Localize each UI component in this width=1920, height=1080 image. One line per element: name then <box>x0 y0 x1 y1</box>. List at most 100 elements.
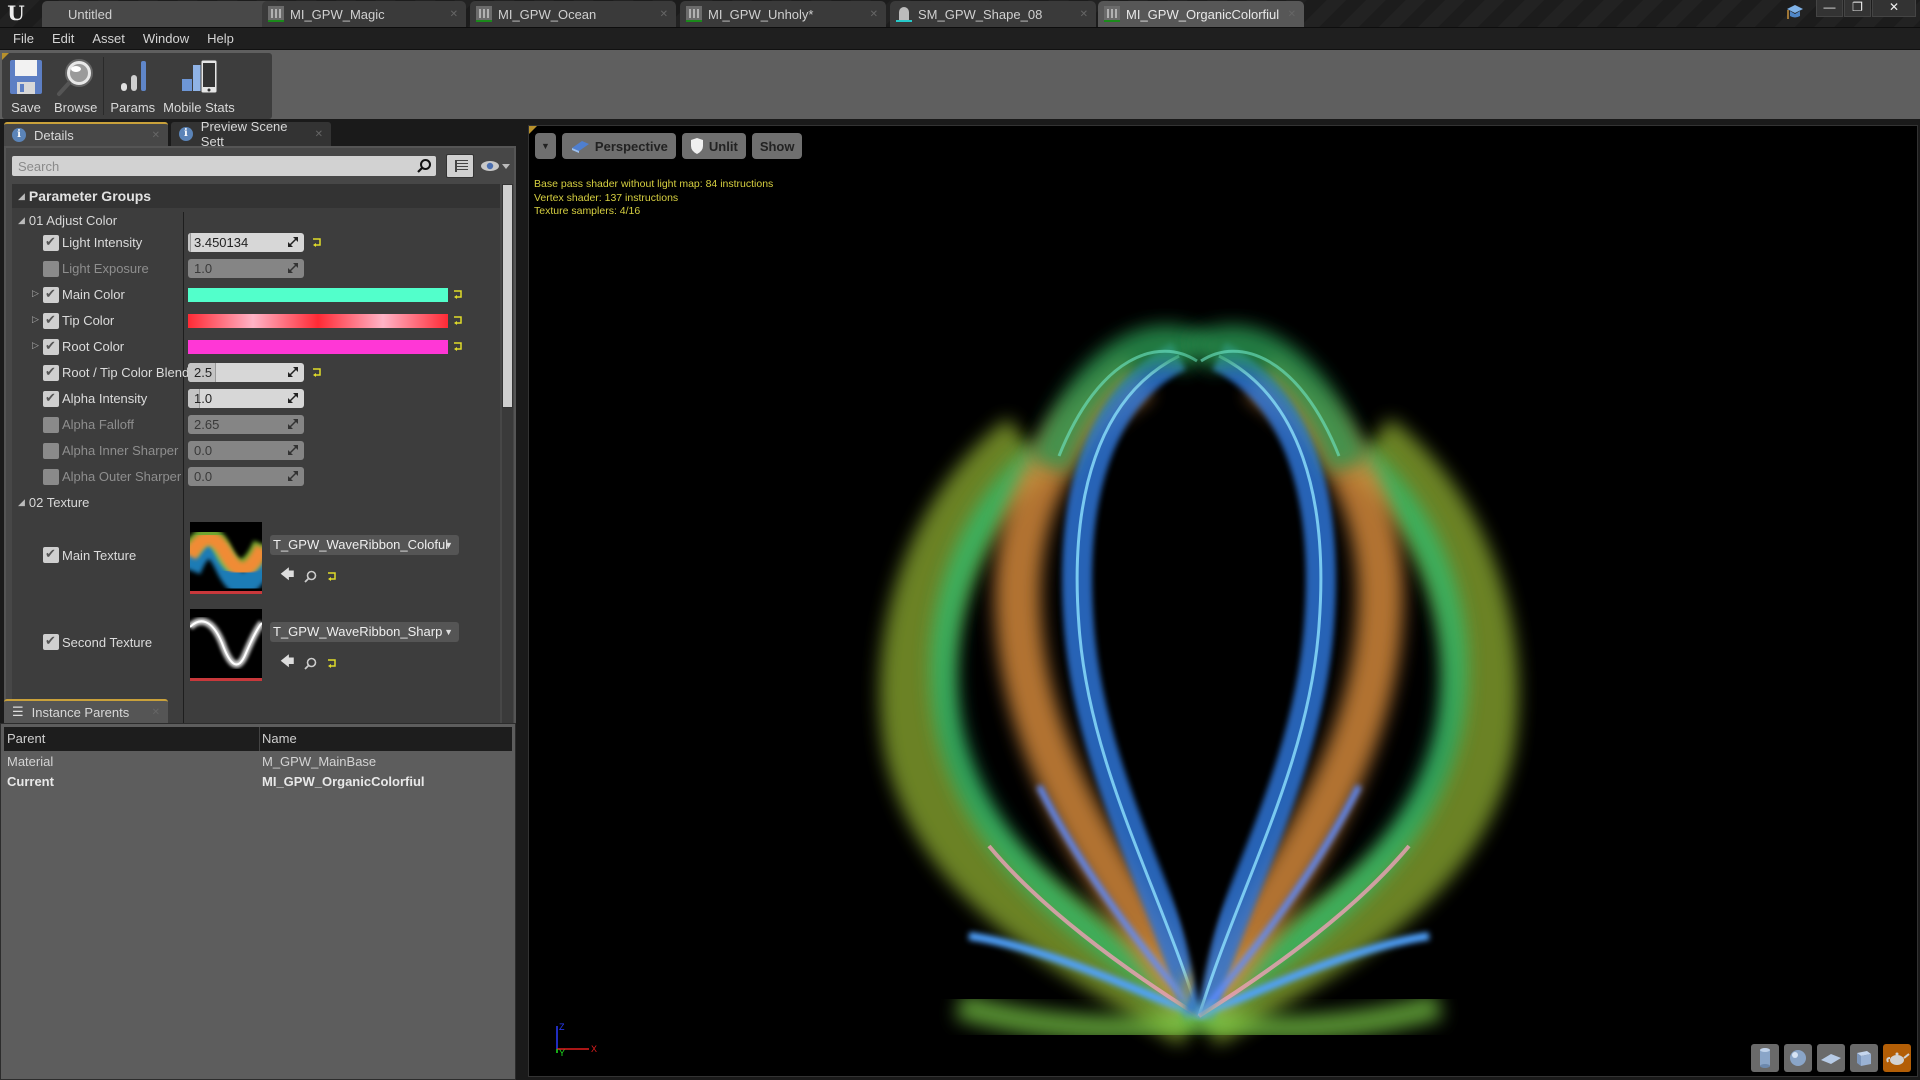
preview-cylinder-button[interactable] <box>1751 1044 1779 1072</box>
preview-sphere-button[interactable] <box>1784 1044 1812 1072</box>
override-checkbox[interactable] <box>43 234 59 251</box>
close-icon[interactable]: ✕ <box>450 9 458 20</box>
expand-triangle-icon[interactable]: ▷ <box>32 314 39 325</box>
search-input[interactable] <box>12 156 436 176</box>
show-button[interactable]: Show <box>751 133 803 159</box>
browse-to-asset-icon[interactable] <box>304 657 317 670</box>
save-button[interactable]: Save <box>2 53 50 119</box>
override-checkbox[interactable] <box>43 286 59 303</box>
reset-to-default-icon[interactable] <box>327 571 337 581</box>
override-checkbox[interactable] <box>43 312 59 329</box>
preview-viewport[interactable]: ▼ Perspective Unlit Show Base pass shade… <box>528 125 1918 1077</box>
expand-triangle-icon[interactable]: ▷ <box>32 340 39 351</box>
reset-to-default-icon[interactable] <box>453 315 463 325</box>
params-button[interactable]: Params <box>106 53 159 119</box>
close-icon[interactable]: ✕ <box>870 9 878 20</box>
close-icon[interactable]: ✕ <box>152 707 160 718</box>
alpha-falloff-field[interactable]: 2.65 <box>188 415 304 434</box>
light-exposure-field[interactable]: 1.0 <box>188 259 304 278</box>
tab-instance-parents[interactable]: ☰ Instance Parents ✕ <box>4 699 168 723</box>
root-color-swatch[interactable] <box>188 340 448 354</box>
drag-spin-icon[interactable] <box>288 419 298 429</box>
column-divider[interactable] <box>259 727 260 751</box>
viewport-options-button[interactable]: ▼ <box>535 133 556 159</box>
alpha-intensity-field[interactable]: 1.0 <box>188 389 304 408</box>
use-selected-arrow-icon[interactable]: 🡄 <box>280 651 294 675</box>
close-icon[interactable]: ✕ <box>1288 9 1296 20</box>
scrollbar-thumb[interactable] <box>502 184 513 408</box>
override-checkbox[interactable] <box>43 338 59 355</box>
preview-cube-button[interactable] <box>1850 1044 1878 1072</box>
drag-spin-icon[interactable] <box>288 263 298 273</box>
override-checkbox[interactable] <box>43 390 59 407</box>
perspective-button[interactable]: Perspective <box>561 133 676 159</box>
second-texture-combo[interactable]: T_GPW_WaveRibbon_Sharp ▼ <box>270 622 459 642</box>
table-row[interactable]: Current MI_GPW_OrganicColorfiul <box>7 774 512 794</box>
details-scrollbar[interactable] <box>502 184 513 806</box>
mobile-stats-button[interactable]: Mobile Stats <box>159 53 239 119</box>
expand-triangle-icon[interactable]: ▷ <box>32 288 39 299</box>
alpha-outer-sharper-field[interactable]: 0.0 <box>188 467 304 486</box>
main-texture-thumbnail[interactable] <box>190 522 262 594</box>
menu-file[interactable]: File <box>4 29 43 49</box>
minimize-button[interactable]: — <box>1816 0 1843 17</box>
browse-to-asset-icon[interactable] <box>304 570 317 583</box>
alpha-inner-sharper-field[interactable]: 0.0 <box>188 441 304 460</box>
override-checkbox[interactable] <box>43 364 59 381</box>
tab-untitled[interactable]: Untitled <box>42 1 272 27</box>
property-matrix-button[interactable] <box>446 154 474 178</box>
category-adjust-color[interactable]: ◢ 01 Adjust Color <box>12 209 117 231</box>
reset-to-default-icon[interactable] <box>312 237 322 247</box>
drag-spin-icon[interactable] <box>288 393 298 403</box>
tab-details[interactable]: i Details ✕ <box>4 122 168 146</box>
drag-spin-icon[interactable] <box>288 237 298 247</box>
override-checkbox[interactable] <box>43 443 59 459</box>
root-tip-blend-field[interactable]: 2.5 <box>188 363 304 382</box>
preview-teapot-button[interactable] <box>1883 1044 1911 1072</box>
category-texture[interactable]: ◢ 02 Texture <box>12 491 89 513</box>
use-selected-arrow-icon[interactable]: 🡄 <box>280 564 294 588</box>
override-checkbox[interactable] <box>43 469 59 485</box>
drag-spin-icon[interactable] <box>288 367 298 377</box>
tab-mi-gpw-ocean[interactable]: MI_GPW_Ocean ✕ <box>470 1 676 27</box>
restore-button[interactable]: ❐ <box>1844 0 1871 17</box>
reset-to-default-icon[interactable] <box>327 658 337 668</box>
override-checkbox[interactable] <box>43 633 59 650</box>
drag-spin-icon[interactable] <box>288 445 298 455</box>
light-intensity-field[interactable]: 3.450134 <box>188 233 304 252</box>
override-checkbox[interactable] <box>43 261 59 277</box>
browse-button[interactable]: Browse <box>50 53 101 119</box>
tab-mi-gpw-unholy[interactable]: MI_GPW_Unholy* ✕ <box>680 1 886 27</box>
column-header-parent[interactable]: Parent <box>7 731 45 746</box>
main-texture-combo[interactable]: T_GPW_WaveRibbon_Coloful ▼ <box>270 535 459 555</box>
column-header-name[interactable]: Name <box>262 731 297 746</box>
menu-asset[interactable]: Asset <box>83 29 134 49</box>
reset-to-default-icon[interactable] <box>312 367 322 377</box>
menu-edit[interactable]: Edit <box>43 29 83 49</box>
parameter-groups-header[interactable]: ◢ Parameter Groups <box>12 184 500 208</box>
unlit-button[interactable]: Unlit <box>681 133 746 159</box>
view-options-eye-icon[interactable] <box>480 158 512 174</box>
tab-mi-gpw-magic[interactable]: MI_GPW_Magic ✕ <box>262 1 466 27</box>
preview-plane-button[interactable] <box>1817 1044 1845 1072</box>
reset-to-default-icon[interactable] <box>453 341 463 351</box>
tutorial-cap-icon[interactable] <box>1786 4 1804 20</box>
menu-window[interactable]: Window <box>134 29 198 49</box>
reset-to-default-icon[interactable] <box>453 289 463 299</box>
close-icon[interactable]: ✕ <box>660 9 668 20</box>
tab-mi-gpw-organiccolorfiul[interactable]: MI_GPW_OrganicColorfiul ✕ <box>1098 1 1304 27</box>
main-color-swatch[interactable] <box>188 288 448 302</box>
drag-spin-icon[interactable] <box>288 471 298 481</box>
close-icon[interactable]: ✕ <box>315 129 323 140</box>
table-row[interactable]: Material M_GPW_MainBase <box>7 754 512 774</box>
menu-help[interactable]: Help <box>198 29 243 49</box>
close-icon[interactable]: ✕ <box>152 130 160 141</box>
second-texture-thumbnail[interactable] <box>190 609 262 681</box>
tab-preview-scene-settings[interactable]: i Preview Scene Sett ✕ <box>171 119 331 149</box>
tip-color-swatch[interactable] <box>188 314 448 328</box>
unreal-logo-icon[interactable]: U <box>4 2 28 24</box>
tab-sm-gpw-shape-08[interactable]: SM_GPW_Shape_08 ✕ <box>890 1 1096 27</box>
search-icon[interactable] <box>416 158 432 174</box>
override-checkbox[interactable] <box>43 546 59 563</box>
close-icon[interactable]: ✕ <box>1080 9 1088 20</box>
